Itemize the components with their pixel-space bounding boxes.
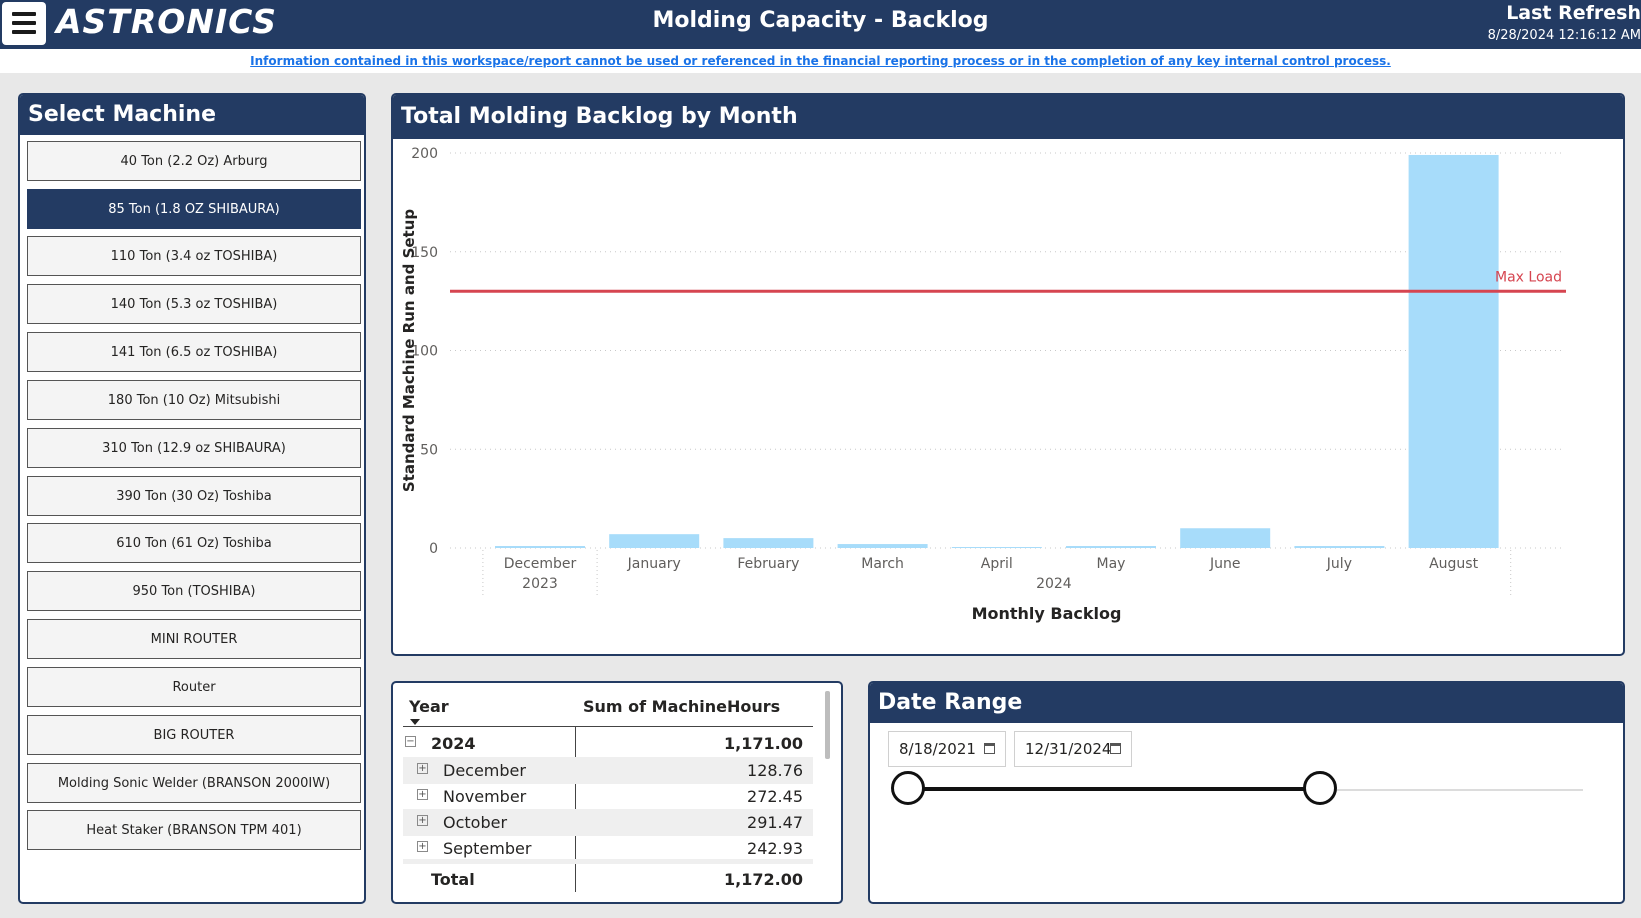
row-value: 272.45	[747, 787, 803, 806]
year-label: 2023	[522, 576, 558, 592]
expand-icon[interactable]: +	[417, 789, 428, 800]
collapse-icon[interactable]: −	[405, 736, 416, 747]
row-separator	[403, 859, 813, 864]
year-label: 2024	[1036, 576, 1072, 592]
date-range-slicer: Date Range 8/18/2021 12/31/2024	[868, 681, 1625, 904]
date-range-title: Date Range	[870, 683, 1623, 723]
machine-button[interactable]: 950 Ton (TOSHIBA)	[27, 571, 361, 611]
end-date-value: 12/31/2024	[1025, 740, 1112, 758]
machine-slicer: Select Machine 40 Ton (2.2 Oz) Arburg 85 …	[18, 93, 366, 904]
table-row: + November 272.45	[403, 783, 813, 810]
end-slider-handle[interactable]	[1303, 771, 1337, 805]
last-refresh-date: 8/28/2024 12:16:12 AM	[1487, 28, 1641, 43]
bar	[609, 534, 700, 548]
disclaimer-bar: Information contained in this workspace/…	[0, 49, 1641, 73]
row-month: October	[443, 813, 508, 832]
row-month: September	[443, 839, 532, 858]
group-value: 1,171.00	[724, 734, 803, 753]
start-date-input[interactable]: 8/18/2021	[888, 731, 1006, 767]
top-bar: ASTRONICS Molding Capacity - Backlog Las…	[0, 0, 1641, 49]
total-label: Total	[431, 870, 475, 889]
end-date-input[interactable]: 12/31/2024	[1014, 731, 1132, 767]
x-tick-label: July	[1326, 556, 1352, 572]
row-value: 242.93	[747, 839, 803, 858]
x-tick-label: January	[627, 556, 681, 572]
astronics-logo: ASTRONICS	[56, 2, 277, 41]
bar	[951, 547, 1042, 549]
row-value: 128.76	[747, 761, 803, 780]
machine-button[interactable]: 141 Ton (6.5 oz TOSHIBA)	[27, 332, 361, 372]
x-tick-label: December	[504, 556, 577, 572]
x-tick-label: February	[737, 556, 799, 572]
machine-button[interactable]: 310 Ton (12.9 oz SHIBAURA)	[27, 428, 361, 468]
machine-button[interactable]: Molding Sonic Welder (BRANSON 2000IW)	[27, 763, 361, 803]
bar	[723, 538, 814, 548]
expand-icon[interactable]: +	[417, 815, 428, 826]
bar	[1294, 546, 1385, 548]
table-row: + December 128.76	[403, 757, 813, 784]
bar	[1408, 154, 1499, 548]
machine-slicer-title: Select Machine	[20, 95, 364, 135]
machine-button[interactable]: 85 Ton (1.8 OZ SHIBAURA)	[27, 189, 361, 229]
machine-button[interactable]: Heat Staker (BRANSON TPM 401)	[27, 810, 361, 850]
x-tick-label: April	[981, 556, 1013, 572]
machine-hours-table: Year Sum of MachineHours − 2024 1,171.00…	[391, 681, 843, 904]
start-slider-handle[interactable]	[891, 771, 925, 805]
machine-button[interactable]: 390 Ton (30 Oz) Toshiba	[27, 476, 361, 516]
disclaimer-link[interactable]: Information contained in this workspace/…	[250, 54, 1391, 68]
y-tick-label: 50	[420, 442, 438, 458]
machine-button[interactable]: 40 Ton (2.2 Oz) Arburg	[27, 141, 361, 181]
row-value: 291.47	[747, 813, 803, 832]
machine-button[interactable]: MINI ROUTER	[27, 619, 361, 659]
machine-button[interactable]: BIG ROUTER	[27, 715, 361, 755]
y-axis-title: Standard Machine Run and Setup	[400, 209, 418, 493]
group-year: 2024	[431, 734, 476, 753]
expand-icon[interactable]: +	[417, 841, 428, 852]
y-tick-label: 0	[429, 541, 438, 557]
calendar-icon[interactable]	[1110, 743, 1121, 754]
x-tick-label: May	[1097, 556, 1126, 572]
start-date-value: 8/18/2021	[899, 740, 976, 758]
x-tick-label: March	[861, 556, 904, 572]
table-scrollbar[interactable]	[825, 691, 830, 759]
table-row: + September 242.93	[403, 835, 813, 862]
header-divider	[403, 726, 813, 727]
table-group-row: − 2024 1,171.00	[403, 730, 813, 757]
table-total-row: Total 1,172.00	[403, 866, 813, 893]
sum-column-header[interactable]: Sum of MachineHours	[583, 697, 780, 716]
date-slider-range	[908, 787, 1320, 791]
max-load-label: Max Load	[1495, 269, 1562, 285]
expand-icon[interactable]: +	[417, 763, 428, 774]
menu-icon[interactable]	[2, 2, 46, 45]
sort-desc-icon[interactable]	[410, 719, 420, 725]
machine-button[interactable]: 610 Ton (61 Oz) Toshiba	[27, 523, 361, 563]
chart-title: Total Molding Backlog by Month	[393, 95, 1623, 139]
last-refresh-label: Last Refresh	[1506, 2, 1641, 24]
machine-button[interactable]: 180 Ton (10 Oz) Mitsubishi	[27, 380, 361, 420]
backlog-bar-chart: 050100150200December January February March…	[400, 146, 1566, 623]
row-month: November	[443, 787, 527, 806]
bar	[1066, 546, 1156, 548]
x-tick-label: August	[1429, 556, 1479, 572]
bar	[837, 544, 928, 548]
table-row: + October 291.47	[403, 809, 813, 836]
y-tick-label: 200	[411, 146, 438, 162]
x-tick-label: June	[1209, 556, 1241, 572]
x-axis-title: Monthly Backlog	[972, 604, 1122, 623]
machine-button[interactable]: 110 Ton (3.4 oz TOSHIBA)	[27, 236, 361, 276]
calendar-icon[interactable]	[984, 743, 995, 754]
total-value: 1,172.00	[724, 870, 803, 889]
row-month: December	[443, 761, 526, 780]
machine-button[interactable]: 140 Ton (5.3 oz TOSHIBA)	[27, 284, 361, 324]
bar	[1180, 528, 1271, 548]
machine-button[interactable]: Router	[27, 667, 361, 707]
backlog-chart-panel: Total Molding Backlog by Month 0 50 100 150…	[391, 93, 1625, 656]
bar	[495, 546, 585, 548]
year-column-header[interactable]: Year	[409, 697, 449, 716]
